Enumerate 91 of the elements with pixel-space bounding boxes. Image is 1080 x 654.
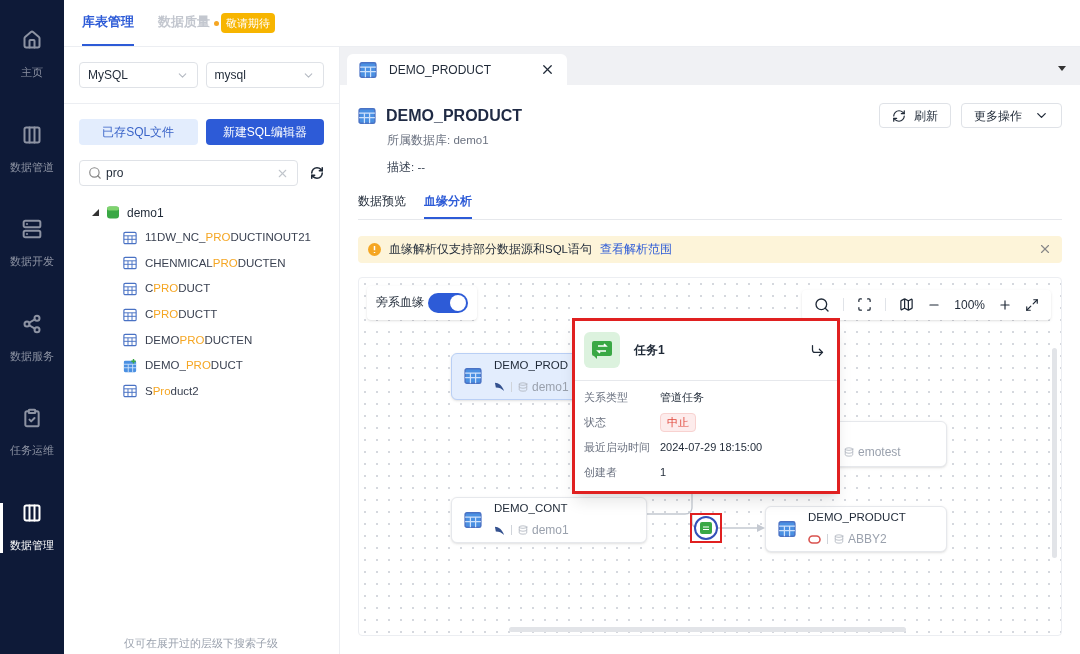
table-tree-item[interactable]: CPRODUCT: [145, 280, 211, 298]
map-icon[interactable]: [899, 297, 915, 313]
new-sql-editor-button[interactable]: 新建SQL编辑器: [205, 119, 324, 145]
table-tree-item[interactable]: DEMO_PRODUCT: [145, 357, 243, 375]
search-field[interactable]: pro: [79, 160, 298, 186]
table-icon: [123, 384, 137, 399]
task-icon: [700, 521, 712, 534]
search-icon[interactable]: [814, 296, 831, 313]
sidebar-item[interactable]: 数据服务: [0, 313, 64, 364]
table-icon: [464, 510, 482, 529]
field-value: 管道任务: [660, 390, 704, 405]
table-icon: [123, 307, 137, 322]
select-field[interactable]: mysql: [205, 62, 324, 88]
database-icon: [518, 525, 528, 536]
detail-tab[interactable]: 数据预览: [358, 192, 406, 219]
view-scope-link[interactable]: 查看解析范围: [600, 240, 1030, 258]
table-icon: [123, 282, 137, 296]
sidebar-item[interactable]: 数据管道: [0, 124, 64, 175]
refresh-icon[interactable]: [310, 166, 324, 180]
saved-sql-button[interactable]: 已存SQL文件: [79, 119, 198, 145]
pipeline-icon: [592, 341, 612, 360]
nav-icon: [22, 313, 42, 334]
top-tab[interactable]: 库表管理: [82, 0, 134, 46]
jump-icon[interactable]: [810, 342, 825, 358]
nav-icon: [22, 408, 42, 428]
table-icon: [123, 256, 137, 271]
editor-tab[interactable]: DEMO_PRODUCT: [347, 54, 567, 85]
sidebar-item[interactable]: 数据管理: [0, 502, 64, 553]
refresh-button[interactable]: 刷新: [879, 103, 951, 128]
info-alert: 血缘解析仅支持部分数据源和SQL语句 查看解析范围: [358, 235, 1062, 263]
node-source: ABBY2: [848, 531, 887, 549]
node-source: demo1: [532, 378, 569, 396]
table-tree-item[interactable]: CHENMICALPRODUCTEN: [145, 254, 286, 272]
table-node[interactable]: DEMO_CONT demo1: [451, 496, 647, 543]
table-icon: [123, 333, 137, 348]
database-icon: [834, 534, 844, 545]
fullscreen-icon[interactable]: [1025, 297, 1039, 312]
task-node[interactable]: [690, 512, 722, 543]
search-icon: [88, 166, 102, 180]
field-label: 状态: [584, 415, 607, 430]
table-tree-item[interactable]: 11DW_NC_PRODUCTINOUT21: [145, 229, 311, 247]
table-icon: [358, 106, 376, 125]
field-label: 最近启动时间: [584, 440, 651, 455]
field-value: 1: [660, 465, 667, 480]
table-icon: [464, 367, 482, 386]
warning-icon: [368, 242, 381, 256]
side-lineage-toggle[interactable]: 旁系血缘: [367, 285, 477, 320]
table-title: DEMO_PRODUCT: [386, 105, 522, 126]
node-source: emotest: [858, 443, 901, 461]
nav-icon: [22, 124, 42, 145]
sidebar-item[interactable]: 数据开发: [0, 219, 64, 270]
table-tree-item[interactable]: CPRODUCTT: [145, 305, 218, 324]
table-icon: [778, 519, 796, 538]
description-label: 描述: --: [386, 160, 427, 176]
tree-item[interactable]: demo1: [92, 200, 339, 225]
search-input[interactable]: pro: [106, 164, 272, 182]
dropdown-caret-icon[interactable]: [1058, 66, 1066, 71]
detail-tab[interactable]: 血缘分析: [424, 192, 472, 219]
database-icon: [107, 206, 119, 219]
field-label: 创建者: [584, 465, 618, 480]
zoom-in-icon[interactable]: [998, 297, 1012, 312]
refresh-icon: [892, 108, 906, 123]
nav-icon: [22, 502, 42, 523]
nav-icon: [22, 30, 42, 50]
node-title: DEMO_CONT: [494, 501, 569, 517]
table-tree-item[interactable]: SProduct2: [145, 382, 199, 400]
zoom-level: 100%: [954, 296, 985, 314]
coming-soon-badge: 敬请期待: [221, 12, 275, 34]
expand-caret-icon: [92, 209, 99, 216]
status-tag: 中止: [660, 413, 696, 432]
oracle-icon: [808, 534, 821, 544]
fit-view-icon[interactable]: [857, 297, 873, 313]
node-title: DEMO_PROD: [494, 357, 569, 373]
sidebar-item[interactable]: 任务运维: [0, 408, 64, 459]
table-icon: [123, 230, 137, 245]
more-actions-button[interactable]: 更多操作: [961, 103, 1062, 128]
node-title: DEMO_PRODUCT: [808, 510, 906, 526]
field-value: 2024-07-29 18:15:00: [660, 440, 763, 455]
sidebar-item[interactable]: 主页: [0, 30, 64, 81]
database-label: 所属数据库: demo1: [386, 133, 490, 148]
node-source: demo1: [532, 522, 569, 540]
close-icon[interactable]: [540, 62, 555, 77]
nav-icon: [22, 219, 42, 239]
table-edit-icon: [123, 358, 137, 373]
database-icon: [844, 446, 854, 457]
table-tree-item[interactable]: DEMOPRODUCTEN: [145, 331, 253, 349]
table-icon: [359, 60, 377, 79]
select-field[interactable]: MySQL: [79, 62, 198, 88]
table-node[interactable]: DEMO_PRODUCT ABBY2: [765, 505, 947, 552]
database-icon: [518, 381, 528, 392]
search-hint: 仅可在展开过的层级下搜索子级: [123, 635, 279, 651]
